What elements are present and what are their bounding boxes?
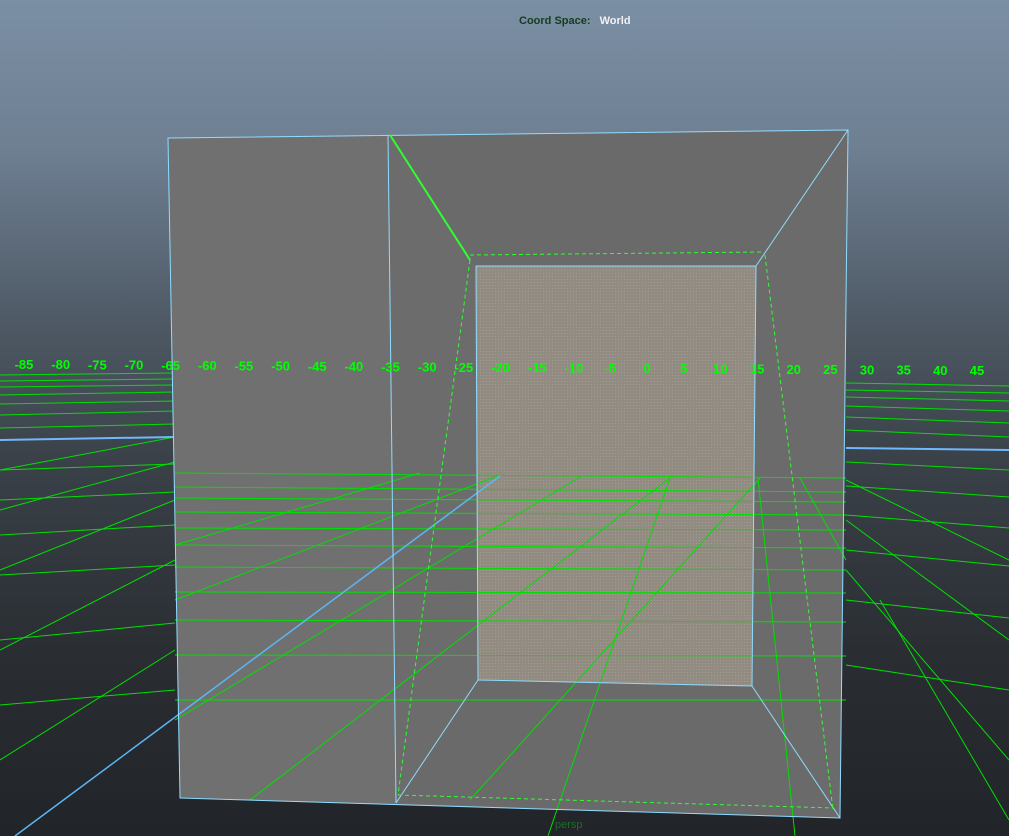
- ruler-label: 10: [713, 361, 727, 376]
- ruler-label: 5: [680, 361, 687, 376]
- ruler-label: -35: [381, 359, 400, 374]
- ruler-label: -60: [198, 358, 217, 373]
- ruler-label: -45: [308, 359, 327, 374]
- ruler-label: 30: [860, 362, 874, 377]
- scene-canvas[interactable]: -85 -80 -75 -70 -65 -60 -55 -50 -45 -40 -35 -30 -25-…: [0, 0, 1009, 836]
- ruler-label: -50: [271, 359, 290, 374]
- coord-space-label: Coord Space:: [519, 15, 591, 27]
- ruler-label: -75: [88, 358, 107, 373]
- ruler-label: 20: [786, 362, 800, 377]
- ruler-label: -25: [454, 360, 473, 375]
- ruler-label: 40: [933, 363, 947, 378]
- ruler-label: 35: [896, 363, 910, 378]
- ruler-label: -30: [418, 360, 437, 375]
- ruler-label: 15: [750, 362, 764, 377]
- ruler-label: -85: [15, 357, 34, 372]
- viewport-3d[interactable]: -85 -80 -75 -70 -65 -60 -55 -50 -45 -40 -35 -30 -25-…: [0, 0, 1009, 836]
- ruler-label: 0: [643, 361, 650, 376]
- ruler-label: -15: [528, 360, 547, 375]
- ruler-label: -40: [345, 359, 364, 374]
- ruler-label: -70: [125, 358, 144, 373]
- x-axis-line: [0, 436, 176, 441]
- ruler-label: 25: [823, 362, 837, 377]
- ruler-label: -20: [491, 360, 510, 375]
- ruler-label: -5: [605, 361, 617, 376]
- ruler-label: -65: [161, 358, 180, 373]
- ruler-label: -80: [51, 357, 70, 372]
- ruler-label: -55: [235, 358, 254, 373]
- ruler-label: 45: [970, 363, 984, 378]
- coord-space-readout: Coord Space: World: [519, 15, 631, 27]
- coord-space-value: World: [599, 15, 631, 27]
- ruler-label: -10: [564, 361, 583, 376]
- camera-label: persp: [555, 819, 583, 831]
- x-axis-line-right: [845, 447, 1009, 451]
